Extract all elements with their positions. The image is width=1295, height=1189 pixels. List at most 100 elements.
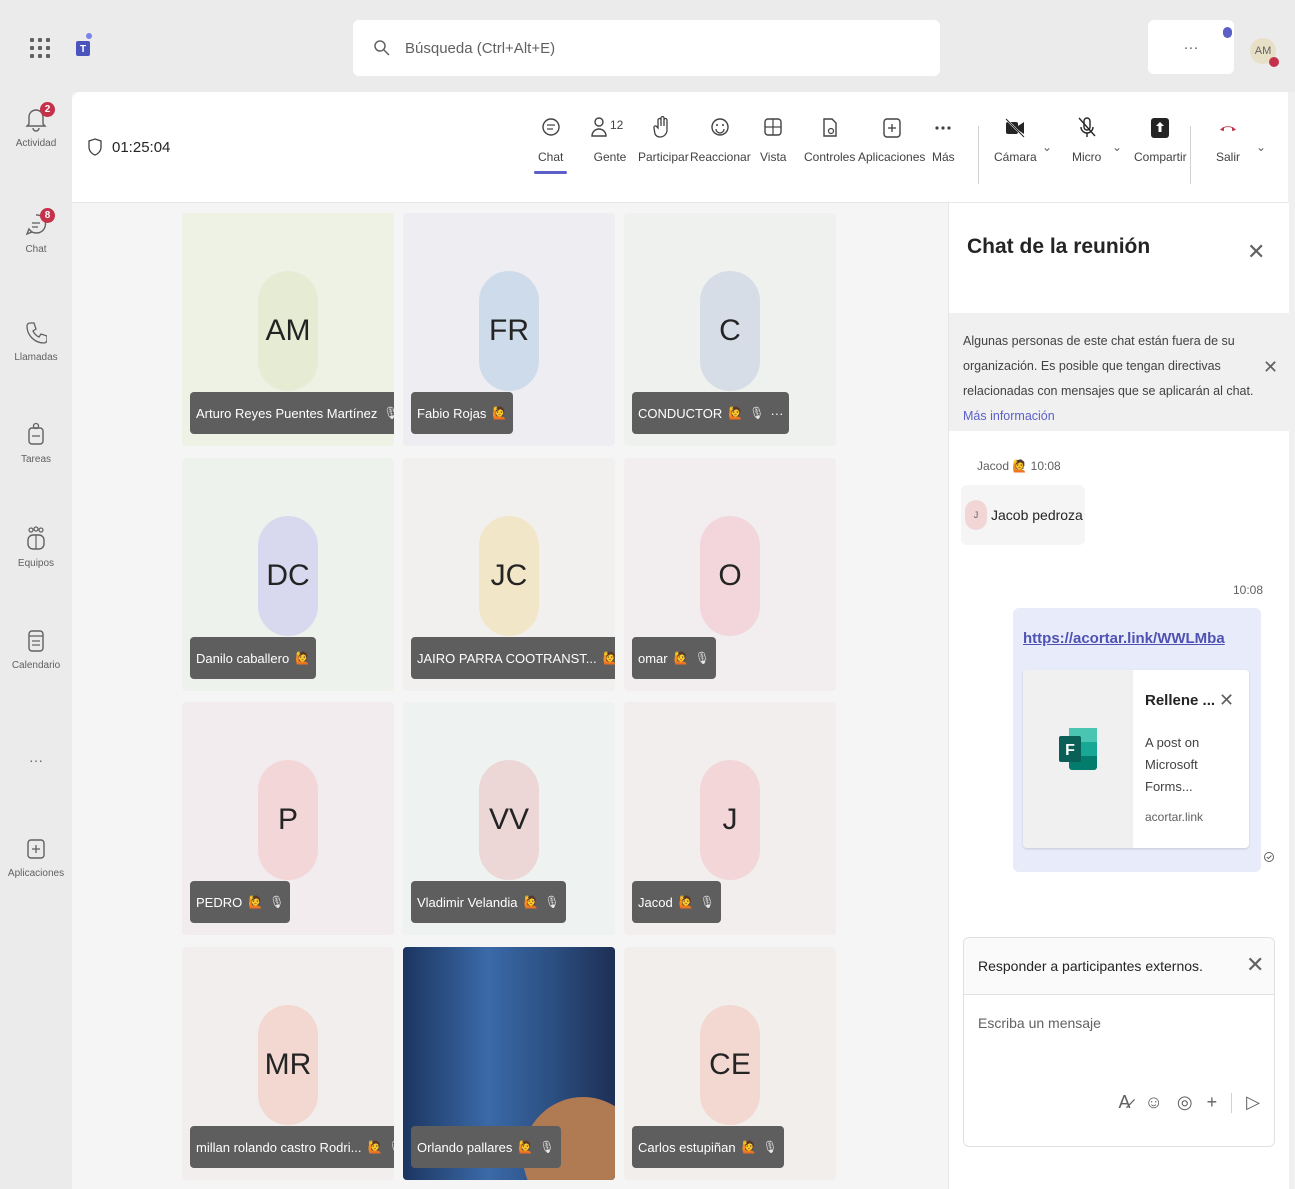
participant-tile[interactable]: C CONDUCTOR 🙋 🎙 ··· xyxy=(624,213,836,446)
camera-toolbar-button[interactable]: Cámara xyxy=(994,116,1037,164)
mic-toolbar-button[interactable]: Micro xyxy=(1072,116,1101,164)
participant-tile[interactable]: MR millan rolando castro Rodri... 🙋 🎙 xyxy=(182,947,394,1180)
participant-avatar: P xyxy=(258,760,318,880)
toolbar-label: Chat xyxy=(538,150,564,164)
participant-name-tag: millan rolando castro Rodri... 🙋 🎙 xyxy=(190,1126,394,1168)
apps-toolbar-button[interactable]: Aplicaciones xyxy=(858,116,925,164)
participant-name-tag: Vladimir Velandia 🙋 🎙 xyxy=(411,881,566,923)
participant-tile[interactable]: VV Vladimir Velandia 🙋 🎙 xyxy=(403,702,615,935)
presence-status-icon xyxy=(1269,57,1279,67)
rail-item-equipos[interactable]: Equipos xyxy=(0,526,72,569)
rail-item-calendario[interactable]: Calendario xyxy=(0,628,72,671)
meeting-timer: 01:25:04 xyxy=(88,138,170,156)
participant-tile[interactable]: DC Danilo caballero 🙋 xyxy=(182,458,394,691)
raise-hand-toolbar-button[interactable]: Participar xyxy=(638,116,689,164)
search-box[interactable] xyxy=(353,20,940,76)
app-launcher-icon[interactable] xyxy=(30,38,50,58)
toolbar-label: Compartir xyxy=(1134,150,1187,164)
toolbar-label: Cámara xyxy=(994,150,1037,164)
guest-icon: 🙋 xyxy=(518,1140,534,1154)
participant-tile[interactable]: JCJAIRO PARRA COOTRANST...🙋🎙 xyxy=(403,458,615,691)
send-icon[interactable]: ▷ xyxy=(1246,1092,1260,1113)
rail-label: Actividad xyxy=(15,138,57,149)
participant-name-tag: Jacod 🙋 🎙 xyxy=(632,881,721,923)
app-rail: 2 Actividad 8 Chat Llamadas Tareas Equip… xyxy=(0,92,72,1189)
participant-name-tag: CONDUCTOR 🙋 🎙 ··· xyxy=(632,392,790,434)
compose-divider xyxy=(1231,1092,1233,1113)
participant-avatar: JC xyxy=(479,516,539,636)
toolbar-divider xyxy=(1190,126,1191,184)
rail-item-aplicaciones[interactable]: Aplicaciones xyxy=(0,836,72,879)
toolbar-label: Más xyxy=(932,150,955,164)
search-input[interactable] xyxy=(403,38,907,58)
participant-tile[interactable]: Orlando pallares 🙋 🎙 xyxy=(403,947,615,1180)
guest-icon: 🙋 xyxy=(367,1140,383,1154)
microsoft-forms-icon: F xyxy=(1059,728,1097,770)
rail-item-chat[interactable]: 8 Chat xyxy=(0,208,72,255)
rail-item-actividad[interactable]: 2 Actividad xyxy=(0,102,72,149)
leave-toolbar-button[interactable]: Salir xyxy=(1216,116,1240,164)
search-icon xyxy=(374,40,390,56)
close-compose-header-icon[interactable]: ✕ xyxy=(1246,952,1264,978)
banner-text: Algunas personas de este chat están fuer… xyxy=(963,334,1254,398)
message-meta: Jacod 🙋 10:08 xyxy=(977,459,1061,473)
sticker-icon[interactable]: ◎ xyxy=(1177,1092,1193,1113)
message-text: Jacob pedroza xyxy=(991,507,1083,523)
dismiss-banner-icon[interactable]: ✕ xyxy=(1263,357,1278,378)
participant-avatar: J xyxy=(700,760,760,880)
svg-text:F: F xyxy=(1065,742,1075,759)
more-icon: ··· xyxy=(29,752,43,768)
svg-text:T: T xyxy=(80,44,86,55)
react-toolbar-button[interactable]: Reaccionar xyxy=(690,116,751,164)
add-icon[interactable]: + xyxy=(1207,1092,1218,1113)
chat-message[interactable]: J Jacob pedroza xyxy=(961,485,1085,545)
participant-more-icon[interactable]: ··· xyxy=(770,406,783,421)
smiley-icon xyxy=(711,118,730,136)
participant-tile[interactable]: J Jacod 🙋 🎙 xyxy=(624,702,836,935)
compose-box: Responder a participantes externos. ✕ A̷… xyxy=(963,937,1275,1147)
participant-tile[interactable]: P PEDRO 🙋 🎙 xyxy=(182,702,394,935)
participant-avatar: CE xyxy=(700,1005,760,1125)
participant-name-tag: Fabio Rojas 🙋 xyxy=(411,392,514,434)
share-toolbar-button[interactable]: Compartir xyxy=(1134,116,1187,164)
participant-tile[interactable]: FR Fabio Rojas 🙋 xyxy=(403,213,615,446)
learn-more-link[interactable]: Más información xyxy=(963,409,1055,423)
leave-options-chevron-icon[interactable]: ⌄ xyxy=(1256,140,1266,154)
rail-item-tareas[interactable]: Tareas xyxy=(0,422,72,465)
mic-muted-icon: 🎙 xyxy=(699,895,715,909)
participant-tile[interactable]: CE Carlos estupiñan 🙋 🎙 xyxy=(624,947,836,1180)
guest-icon: 🙋 xyxy=(602,651,615,665)
mic-muted-icon: 🎙 xyxy=(388,1140,394,1154)
controls-toolbar-button[interactable]: Controles xyxy=(804,116,855,164)
hand-icon xyxy=(653,116,668,138)
participant-tile[interactable]: AM Arturo Reyes Puentes Martínez 🎙 xyxy=(182,213,394,446)
mic-options-chevron-icon[interactable]: ⌄ xyxy=(1112,140,1122,154)
format-icon[interactable]: A̷ xyxy=(1119,1092,1131,1113)
view-toolbar-button[interactable]: Vista xyxy=(760,116,786,164)
rail-more-button[interactable]: ··· xyxy=(0,752,72,768)
more-toolbar-button[interactable]: Más xyxy=(932,116,955,164)
link-preview-card[interactable]: F Rellene ... ✕ A post on Microsoft Form… xyxy=(1023,670,1249,848)
rail-item-llamadas[interactable]: Llamadas xyxy=(0,320,72,363)
emoji-icon[interactable]: ☺ xyxy=(1145,1092,1163,1113)
rail-label: Tareas xyxy=(20,454,51,465)
hang-up-icon xyxy=(1220,126,1236,131)
meeting-toolbar: 01:25:04 Chat 12 Gente Participar Reacci… xyxy=(72,92,1288,203)
sent-message-time: 10:08 xyxy=(1232,583,1263,597)
message-link[interactable]: https://acortar.link/WWLMba xyxy=(1023,630,1225,647)
people-toolbar-button[interactable]: 12 Gente xyxy=(590,116,630,164)
camera-options-chevron-icon[interactable]: ⌄ xyxy=(1042,140,1052,154)
compose-header-text: Responder a participantes externos. xyxy=(978,958,1203,974)
compose-header: Responder a participantes externos. ✕ xyxy=(964,938,1274,995)
user-avatar[interactable]: AM xyxy=(1250,38,1279,67)
sent-message[interactable]: https://acortar.link/WWLMba F Rellene ..… xyxy=(1013,608,1261,872)
settings-more-button[interactable]: ··· xyxy=(1148,20,1234,74)
close-chat-icon[interactable]: ✕ xyxy=(1247,239,1265,265)
participant-name-tag: omar 🙋 🎙 xyxy=(632,637,716,679)
remove-preview-icon[interactable]: ✕ xyxy=(1219,690,1234,711)
message-input[interactable] xyxy=(976,1014,1260,1032)
chat-panel-title: Chat de la reunión xyxy=(967,235,1151,258)
participant-tile[interactable]: Oomar 🙋 🎙 xyxy=(624,458,836,691)
toolbar-divider xyxy=(978,126,979,184)
chat-toolbar-button[interactable]: Chat xyxy=(533,116,568,174)
